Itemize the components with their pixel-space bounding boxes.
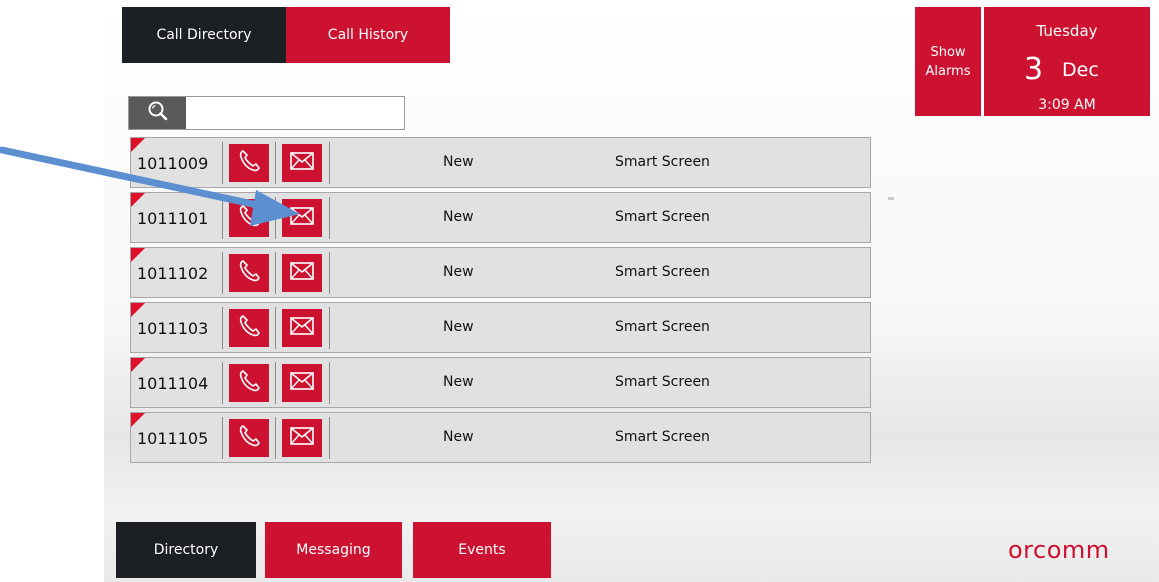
list-item[interactable]: 1011104 New Smart Screen	[130, 357, 871, 408]
tab-call-directory[interactable]: Call Directory	[122, 7, 286, 63]
new-indicator	[131, 193, 145, 207]
row-id: 1011009	[137, 154, 209, 173]
divider	[222, 307, 223, 349]
row-type: Smart Screen	[615, 374, 710, 390]
row-status: New	[443, 209, 474, 225]
new-indicator	[131, 303, 145, 317]
divider	[275, 362, 276, 404]
nav-directory-label: Directory	[153, 542, 219, 558]
message-button[interactable]	[282, 364, 322, 402]
message-button[interactable]	[282, 309, 322, 347]
phone-icon	[236, 203, 262, 233]
envelope-icon	[289, 260, 315, 286]
list-item[interactable]: 1011102 New Smart Screen	[130, 247, 871, 298]
list-item[interactable]: 1011101 New Smart Screen	[130, 192, 871, 243]
day-number: 3	[1024, 52, 1044, 87]
envelope-icon	[289, 425, 315, 451]
show-alarms-label-1: Show	[930, 44, 966, 60]
divider	[329, 362, 330, 404]
divider	[275, 307, 276, 349]
nav-directory[interactable]: Directory	[116, 522, 256, 578]
row-status: New	[443, 429, 474, 445]
list-item[interactable]: 1011103 New Smart Screen	[130, 302, 871, 353]
call-button[interactable]	[229, 309, 269, 347]
row-status: New	[443, 319, 474, 335]
divider	[329, 307, 330, 349]
weekday: Tuesday	[1036, 22, 1098, 40]
envelope-icon	[289, 315, 315, 341]
message-button[interactable]	[282, 144, 322, 182]
row-status: New	[443, 374, 474, 390]
divider	[275, 197, 276, 239]
divider	[222, 197, 223, 239]
phone-icon	[236, 368, 262, 398]
call-button[interactable]	[229, 144, 269, 182]
divider	[329, 197, 330, 239]
show-alarms-label-2: Alarms	[925, 63, 971, 79]
divider	[329, 142, 330, 184]
nav-events-label: Events	[458, 542, 506, 558]
list-scrollbar[interactable]	[884, 137, 894, 466]
row-id: 1011102	[137, 264, 209, 283]
phone-icon	[236, 148, 262, 178]
nav-events[interactable]: Events	[413, 522, 551, 578]
divider	[275, 252, 276, 294]
row-type: Smart Screen	[615, 429, 710, 445]
phone-icon	[236, 258, 262, 288]
nav-messaging[interactable]: Messaging	[265, 522, 402, 578]
row-status: New	[443, 264, 474, 280]
phone-icon	[236, 313, 262, 343]
date-time-panel: Tuesday 3 Dec 3:09 AM	[984, 7, 1150, 116]
tab-call-history[interactable]: Call History	[286, 7, 450, 63]
divider	[222, 142, 223, 184]
envelope-icon	[289, 150, 315, 176]
row-id: 1011103	[137, 319, 209, 338]
call-button[interactable]	[229, 419, 269, 457]
envelope-icon	[289, 370, 315, 396]
row-type: Smart Screen	[615, 154, 710, 170]
scroll-thumb[interactable]	[888, 197, 894, 200]
divider	[275, 142, 276, 184]
row-id: 1011105	[137, 429, 209, 448]
show-alarms-button[interactable]: Show Alarms	[915, 7, 981, 116]
divider	[329, 252, 330, 294]
message-button[interactable]	[282, 199, 322, 237]
tab-call-directory-label: Call Directory	[156, 27, 252, 43]
search-box	[128, 96, 405, 130]
divider	[222, 417, 223, 459]
tab-call-history-label: Call History	[327, 27, 409, 43]
search-input[interactable]	[187, 97, 403, 129]
row-type: Smart Screen	[615, 264, 710, 280]
new-indicator	[131, 413, 145, 427]
row-status: New	[443, 154, 474, 170]
row-type: Smart Screen	[615, 319, 710, 335]
divider	[222, 362, 223, 404]
call-button[interactable]	[229, 254, 269, 292]
nav-messaging-label: Messaging	[296, 542, 371, 558]
message-button[interactable]	[282, 254, 322, 292]
row-type: Smart Screen	[615, 209, 710, 225]
list-item[interactable]: 1011009 New Smart Screen	[130, 137, 871, 188]
search-button[interactable]	[129, 97, 186, 129]
phone-icon	[236, 423, 262, 453]
list-item[interactable]: 1011105 New Smart Screen	[130, 412, 871, 463]
search-icon	[147, 100, 169, 126]
row-id: 1011104	[137, 374, 209, 393]
new-indicator	[131, 248, 145, 262]
call-button[interactable]	[229, 199, 269, 237]
orcomm-logo: orcomm	[1008, 536, 1110, 564]
envelope-icon	[289, 205, 315, 231]
new-indicator	[131, 138, 145, 152]
divider	[275, 417, 276, 459]
clock-time: 3:09 AM	[1038, 97, 1096, 113]
divider	[222, 252, 223, 294]
divider	[329, 417, 330, 459]
call-button[interactable]	[229, 364, 269, 402]
message-button[interactable]	[282, 419, 322, 457]
row-id: 1011101	[137, 209, 209, 228]
new-indicator	[131, 358, 145, 372]
month: Dec	[1062, 59, 1099, 81]
